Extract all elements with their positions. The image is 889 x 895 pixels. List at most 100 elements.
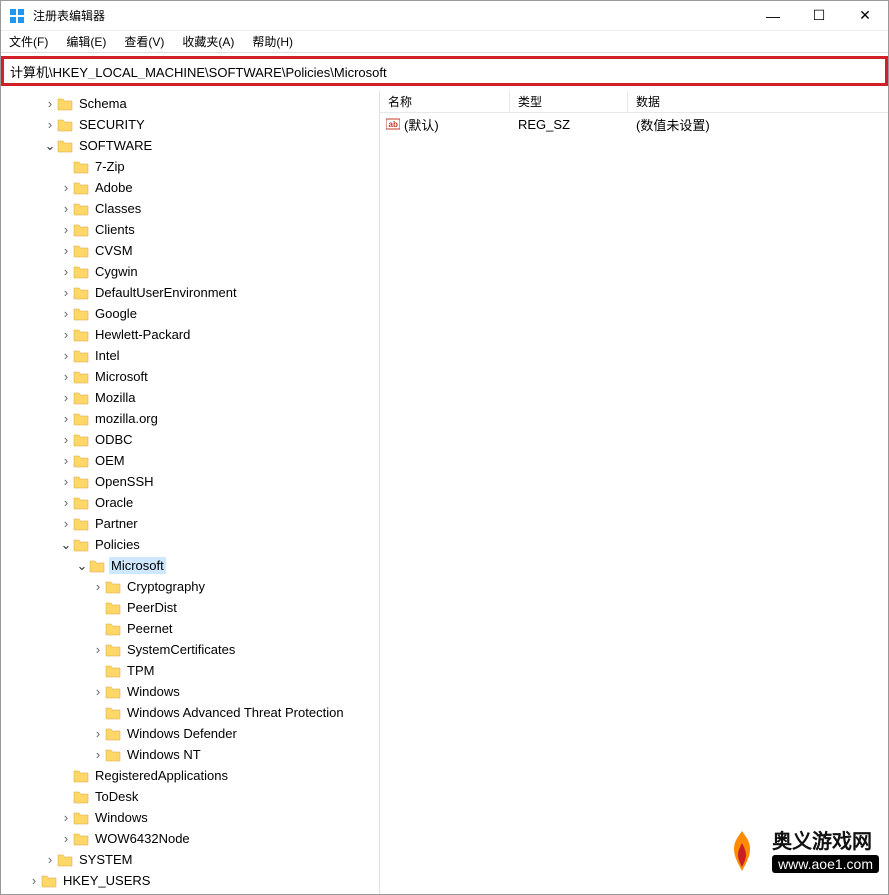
tree-item[interactable]: ›mozilla.org [1,408,379,429]
menu-view[interactable]: 查看(V) [124,33,164,50]
collapse-icon[interactable]: ⌄ [59,537,73,553]
expand-icon[interactable]: › [59,327,73,342]
tree-item[interactable]: ›Cryptography [1,576,379,597]
tree-item[interactable]: › CVSM [1,240,379,261]
collapse-icon[interactable]: ⌄ [43,138,57,154]
expand-icon[interactable]: › [59,390,73,405]
expand-icon[interactable]: › [91,747,105,762]
expand-icon[interactable]: › [91,684,105,699]
tree-item[interactable]: 7-Zip [1,156,379,177]
tree-item[interactable]: Peernet [1,618,379,639]
expand-icon[interactable]: › [43,852,57,867]
tree-item[interactable]: ›Oracle [1,492,379,513]
tree-item[interactable]: ›OEM [1,450,379,471]
list-row[interactable]: ab (默认) REG_SZ (数值未设置) [380,113,888,135]
expand-icon[interactable]: › [59,369,73,384]
maximize-button[interactable]: ☐ [796,1,842,31]
tree-item[interactable]: ›WOW6432Node [1,828,379,849]
address-highlight [1,56,888,86]
tree-item[interactable]: ›Windows [1,807,379,828]
tree-item[interactable]: ›Mozilla [1,387,379,408]
tree-label: Peernet [125,620,175,637]
folder-icon [57,139,73,153]
expand-icon[interactable]: › [59,264,73,279]
tree-item[interactable]: Windows Advanced Threat Protection [1,702,379,723]
tree-item[interactable]: ›Google [1,303,379,324]
tree-item[interactable]: ›DefaultUserEnvironment [1,282,379,303]
expand-icon[interactable]: › [43,117,57,132]
tree-item[interactable]: TPM [1,660,379,681]
tree-item[interactable]: › Windows NT [1,744,379,765]
tree-item[interactable]: ›Intel [1,345,379,366]
tree-item[interactable]: ›Cygwin [1,261,379,282]
tree-item[interactable]: ToDesk [1,786,379,807]
expand-icon[interactable]: › [59,432,73,447]
tree-item[interactable]: ›ODBC [1,429,379,450]
menu-favorites[interactable]: 收藏夹(A) [182,33,234,50]
expand-icon[interactable]: › [59,285,73,300]
tree-item[interactable]: ›OpenSSH [1,471,379,492]
tree-item[interactable]: ›Windows [1,681,379,702]
col-type[interactable]: 类型 [510,91,628,112]
folder-icon [105,727,121,741]
tree-item[interactable]: ›Schema [1,93,379,114]
tree-item[interactable]: ⌄Microsoft [1,555,379,576]
folder-icon [73,811,89,825]
tree-item[interactable]: ›Partner [1,513,379,534]
tree-item[interactable]: ›Adobe [1,177,379,198]
tree-item[interactable]: PeerDist [1,597,379,618]
collapse-icon[interactable]: ⌄ [75,558,89,574]
expand-icon[interactable]: › [43,96,57,111]
tree-item[interactable]: ›SYSTEM [1,849,379,870]
tree-label: Clients [93,221,137,238]
expand-icon[interactable]: › [59,306,73,321]
tree-item[interactable]: › Clients [1,219,379,240]
tree-item[interactable]: ›Hewlett-Packard [1,324,379,345]
tree-label: ToDesk [93,788,140,805]
tree-label: CVSM [93,242,135,259]
expand-icon[interactable]: › [59,516,73,531]
folder-icon [73,538,89,552]
folder-icon [105,580,121,594]
col-data[interactable]: 数据 [628,91,888,112]
minimize-button[interactable]: — [750,1,796,31]
expand-icon[interactable]: › [59,810,73,825]
tree-item[interactable]: ›Microsoft [1,366,379,387]
folder-icon [73,790,89,804]
tree-item[interactable]: ⌄SOFTWARE [1,135,379,156]
expand-icon[interactable]: › [59,474,73,489]
folder-icon [57,118,73,132]
tree-item[interactable]: ⌄Policies [1,534,379,555]
expand-icon[interactable]: › [91,642,105,657]
expand-icon[interactable]: › [91,726,105,741]
address-input[interactable] [4,64,885,79]
tree-item[interactable]: ›HKEY_CURRENT_CONFIG [1,891,379,894]
tree-item[interactable]: ›SystemCertificates [1,639,379,660]
tree-item[interactable]: ›SECURITY [1,114,379,135]
expand-icon[interactable]: › [59,453,73,468]
close-button[interactable]: ✕ [842,1,888,31]
tree-scroll[interactable]: ›Schema›SECURITY⌄SOFTWARE7-Zip›Adobe›Cla… [1,91,379,894]
expand-icon[interactable]: › [27,873,41,888]
expand-icon[interactable]: › [91,579,105,594]
expand-icon[interactable]: › [59,180,73,195]
tree-label: Windows NT [125,746,203,763]
tree-item[interactable]: ›Classes [1,198,379,219]
col-name[interactable]: 名称 [380,91,510,112]
tree-item[interactable]: ›HKEY_USERS [1,870,379,891]
expand-icon[interactable]: › [59,222,73,237]
menu-edit[interactable]: 编辑(E) [66,33,106,50]
expand-icon[interactable]: › [59,831,73,846]
expand-icon[interactable]: › [59,348,73,363]
folder-icon [73,244,89,258]
menu-help[interactable]: 帮助(H) [252,33,293,50]
tree-item[interactable]: ›Windows Defender [1,723,379,744]
menu-file[interactable]: 文件(F) [9,33,48,50]
tree-item[interactable]: RegisteredApplications [1,765,379,786]
expand-icon[interactable]: › [59,495,73,510]
expand-icon[interactable]: › [59,201,73,216]
expand-icon[interactable]: › [59,411,73,426]
value-name: (默认) [404,115,439,134]
folder-icon [73,265,89,279]
expand-icon[interactable]: › [59,243,73,258]
